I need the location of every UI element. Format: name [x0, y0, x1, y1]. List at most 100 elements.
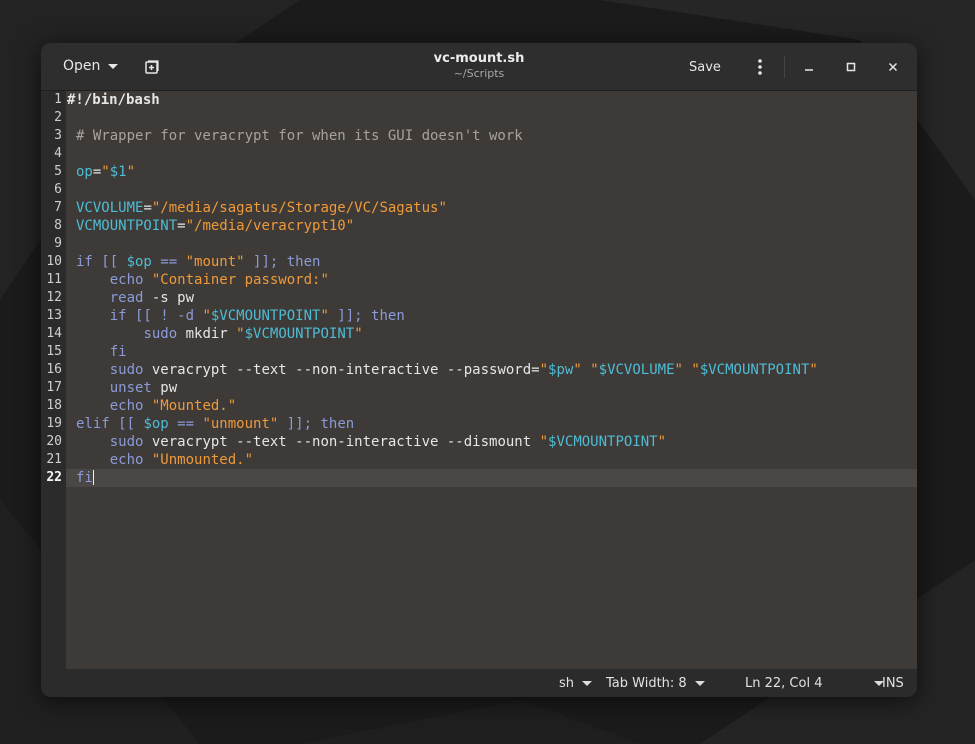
keyword-token: read: [109, 290, 144, 306]
string-token: "Mounted.": [151, 398, 237, 414]
line-number: 16: [46, 362, 62, 377]
string-token: "/media/veracrypt10": [185, 218, 355, 234]
string-token: ": [539, 362, 549, 378]
keyword-token: ]]; then: [328, 308, 405, 324]
code-line: fi: [76, 343, 127, 361]
line-number: 4: [54, 146, 62, 161]
variable-token: $1: [109, 164, 127, 180]
string-token: ": [674, 362, 683, 378]
string-token: ": [320, 308, 329, 324]
keyword-token: ==: [151, 254, 186, 270]
text-token: veracrypt --text --non-interactive --pas…: [143, 362, 540, 378]
string-token: ": [126, 164, 136, 180]
headerbar-separator: [784, 56, 785, 78]
tab-width-selector[interactable]: Tab Width: 8: [606, 669, 705, 697]
keyword-token: echo: [109, 398, 144, 414]
code-line: if [[ $op == "mount" ]]; then: [76, 253, 320, 271]
line-number: 20: [46, 434, 62, 449]
new-tab-button[interactable]: [137, 52, 167, 82]
tab-width-label: Tab Width: 8: [606, 675, 687, 691]
text-token: -s pw: [143, 290, 195, 306]
close-icon: [888, 62, 898, 72]
variable-token: $VCMOUNTPOINT: [699, 362, 810, 378]
open-label: Open: [63, 58, 101, 74]
cursor-position-selector[interactable]: Ln 22, Col 4: [745, 669, 885, 697]
variable-token: $VCMOUNTPOINT: [210, 308, 321, 324]
code-line: #!/bin/bash: [67, 91, 160, 109]
save-button[interactable]: Save: [677, 52, 733, 82]
string-token: "unmount": [202, 416, 279, 432]
line-number: 9: [54, 236, 62, 251]
code-line: echo "Unmounted.": [76, 451, 253, 469]
headerbar: Open vc-mount.sh ~/Scripts Save: [41, 43, 917, 91]
current-line-highlight: [66, 469, 917, 487]
new-tab-icon: [145, 60, 159, 74]
text-token: #!/bin/bash: [67, 92, 160, 108]
keyword-token: unset: [109, 380, 152, 396]
keyword-token: elif [[: [76, 416, 144, 432]
minimize-button[interactable]: [796, 54, 822, 80]
minimize-icon: [805, 69, 813, 71]
chevron-down-icon: [108, 63, 119, 69]
variable-token: op: [76, 164, 93, 180]
line-number: 8: [54, 218, 62, 233]
line-number: 5: [54, 164, 62, 179]
line-number: 7: [54, 200, 62, 215]
line-number: 2: [54, 110, 62, 125]
string-token: ": [202, 308, 211, 324]
insert-mode-label: INS: [882, 675, 904, 691]
text-token: mkdir: [177, 326, 237, 342]
line-number: 15: [46, 344, 62, 359]
insert-mode-indicator[interactable]: INS: [882, 669, 904, 697]
status-bar: sh Tab Width: 8 Ln 22, Col 4 INS: [41, 669, 917, 697]
line-number: 19: [46, 416, 62, 431]
code-line: # Wrapper for veracrypt for when its GUI…: [76, 127, 523, 145]
variable-token: VCVOLUME: [76, 200, 144, 216]
string-token: ": [590, 362, 599, 378]
string-token: "/media/sagatus/Storage/VC/Sagatus": [151, 200, 447, 216]
line-number: 21: [46, 452, 62, 467]
line-number: 6: [54, 182, 62, 197]
string-token: ": [573, 362, 582, 378]
keyword-token: echo: [109, 452, 144, 468]
language-selector[interactable]: sh: [559, 669, 593, 697]
main-menu-button[interactable]: [745, 52, 775, 82]
chevron-down-icon: [694, 680, 705, 686]
keyword-token: echo: [109, 272, 144, 288]
open-button[interactable]: Open: [51, 51, 130, 81]
string-token: ": [657, 434, 667, 450]
variable-token: $VCMOUNTPOINT: [548, 434, 658, 450]
code-line: elif [[ $op == "unmount" ]]; then: [76, 415, 354, 433]
line-number: 3: [54, 128, 62, 143]
string-token: "Container password:": [151, 272, 329, 288]
close-button[interactable]: [880, 54, 906, 80]
string-token: ": [809, 362, 818, 378]
text-token: veracrypt --text --non-interactive --dis…: [143, 434, 540, 450]
string-token: ": [539, 434, 549, 450]
code-line: read -s pw: [76, 289, 194, 307]
code-line: sudo veracrypt --text --non-interactive …: [76, 433, 666, 451]
maximize-button[interactable]: [838, 54, 864, 80]
text-token: =: [177, 218, 186, 234]
text-cursor: [92, 470, 94, 485]
text-editor-area[interactable]: #!/bin/bash # Wrapper for veracrypt for w…: [66, 91, 917, 669]
variable-token: $VCMOUNTPOINT: [244, 326, 355, 342]
keyword-token: sudo: [109, 362, 144, 378]
line-number: 13: [46, 308, 62, 323]
keyword-token: ==: [168, 416, 203, 432]
keyword-token: if [[ ! -d: [109, 308, 203, 324]
keyword-token: fi: [76, 470, 93, 486]
keyword-token: if [[: [76, 254, 127, 270]
window-title: vc-mount.sh: [433, 51, 525, 66]
line-number: 10: [46, 254, 62, 269]
line-number: 12: [46, 290, 62, 305]
code-line: unset pw: [76, 379, 177, 397]
